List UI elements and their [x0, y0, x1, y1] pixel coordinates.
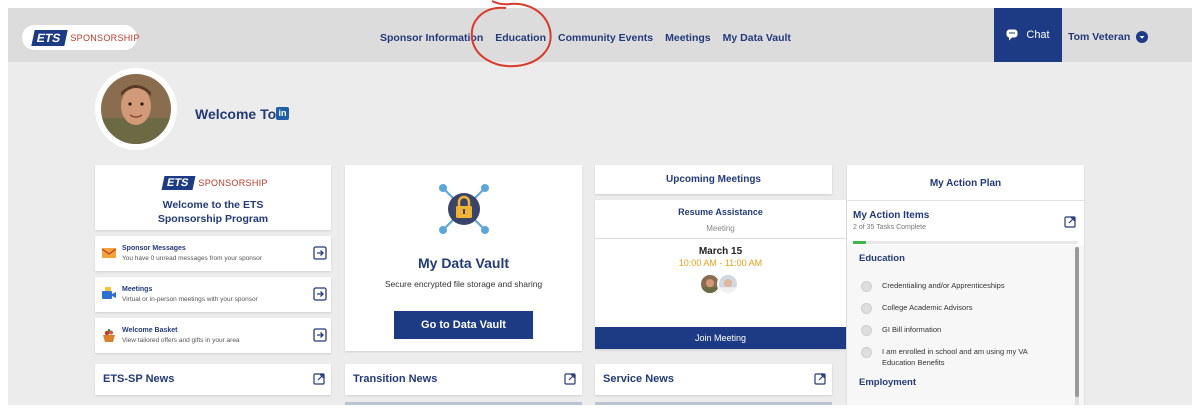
- message-card-title: Meetings: [122, 286, 153, 293]
- scrollbar[interactable]: [1075, 247, 1079, 405]
- profile-avatar: [95, 68, 177, 150]
- join-meeting-button[interactable]: Join Meeting: [595, 327, 846, 349]
- welcome-card-title: Welcome to the ETS Sponsorship Program: [157, 199, 269, 225]
- nav-meetings[interactable]: Meetings: [665, 32, 711, 44]
- nav-my-data-vault[interactable]: My Data Vault: [723, 32, 791, 44]
- welcome-heading: Welcome Tom: [195, 106, 289, 122]
- tasks-progress-bar: [853, 241, 1078, 244]
- message-card-subtitle: Virtual or in-person meetings with your …: [122, 296, 258, 303]
- logo-ets-mark: ETS: [31, 29, 69, 46]
- news-title: Transition News: [353, 373, 438, 385]
- user-menu[interactable]: Tom Veteran: [1068, 31, 1149, 43]
- nav-community-events[interactable]: Community Events: [558, 32, 653, 44]
- task-checkbox[interactable]: [861, 347, 872, 358]
- divider: [847, 200, 1084, 201]
- chat-bubble-icon: [1006, 29, 1018, 41]
- news-title: ETS-SP News: [103, 373, 175, 385]
- meetings-card[interactable]: Meetings Virtual or in-person meetings w…: [95, 277, 331, 312]
- message-card-subtitle: You have 0 unread messages from your spo…: [122, 255, 262, 262]
- meeting-title: Resume Assistance: [678, 207, 763, 217]
- data-vault-description: Secure encrypted file storage and sharin…: [384, 279, 543, 289]
- news-title: Service News: [603, 373, 674, 385]
- task-checkbox[interactable]: [861, 325, 872, 336]
- go-to-data-vault-button[interactable]: Go to Data Vault: [394, 311, 533, 339]
- sponsor-messages-card[interactable]: Sponsor Messages You have 0 unread messa…: [95, 236, 331, 271]
- open-arrow-icon[interactable]: [313, 287, 327, 301]
- page-margin-bottom: [0, 405, 1200, 417]
- data-vault-title: My Data Vault: [417, 255, 510, 271]
- welcome-card: ETS SPONSORSHIP Welcome to the ETS Spons…: [95, 165, 331, 230]
- logo-ets-mark: ETS: [161, 176, 196, 190]
- nav-sponsor-information[interactable]: Sponsor Information: [380, 32, 483, 44]
- task-item[interactable]: Credentialing and/or Apprenticeships: [861, 280, 1042, 292]
- meeting-participants: [699, 273, 739, 295]
- task-label: College Academic Advisors: [882, 303, 973, 312]
- page-margin-right: [1192, 0, 1200, 417]
- external-link-icon[interactable]: [564, 373, 576, 385]
- task-item[interactable]: GI Bill information: [861, 324, 1042, 336]
- nav-education[interactable]: Education: [495, 32, 546, 44]
- chat-label: Chat: [1026, 29, 1050, 41]
- participant-avatar: [717, 273, 739, 295]
- action-items-list: Education Credentialing and/or Apprentic…: [847, 245, 1084, 405]
- task-label: I am enrolled in school and am using my …: [882, 347, 1028, 367]
- meeting-time: 10:00 AM - 11:00 AM: [678, 258, 763, 268]
- message-card-subtitle: View tailored offers and gifts in your a…: [122, 337, 240, 344]
- meeting-date: March 15: [698, 246, 743, 257]
- meeting-card: Resume Assistance Meeting March 15 10:00…: [595, 200, 846, 349]
- external-link-icon[interactable]: [1064, 216, 1076, 228]
- message-card-title: Welcome Basket: [122, 327, 178, 334]
- padlock-network-icon: [439, 184, 489, 234]
- user-name: Tom Veteran: [1068, 31, 1131, 43]
- upcoming-meetings-header: Upcoming Meetings: [595, 165, 832, 194]
- task-checkbox[interactable]: [861, 303, 872, 314]
- tasks-progress-text: 2 of 35 Tasks Complete: [853, 224, 927, 231]
- task-label: Credentialing and/or Apprenticeships: [882, 281, 1005, 290]
- page-margin-left: [0, 0, 8, 417]
- main-nav: Sponsor Information Education Community …: [380, 32, 791, 44]
- task-item[interactable]: College Academic Advisors: [861, 302, 1042, 314]
- tasks-progress-fill: [853, 241, 866, 244]
- task-label: GI Bill information: [882, 325, 942, 334]
- welcome-card-logo: ETS SPONSORSHIP: [161, 176, 268, 190]
- meeting-type: Meeting: [706, 224, 735, 233]
- upcoming-meetings-title: Upcoming Meetings: [665, 174, 761, 185]
- transition-news-card: Transition News: [345, 364, 582, 395]
- page-margin-top: [0, 0, 1200, 8]
- open-arrow-icon[interactable]: [313, 246, 327, 260]
- welcome-basket-card[interactable]: Welcome Basket View tailored offers and …: [95, 318, 331, 353]
- logo-sponsorship-text: SPONSORSHIP: [198, 178, 268, 188]
- data-vault-card: My Data Vault Secure encrypted file stor…: [345, 165, 582, 351]
- chat-button[interactable]: Chat: [994, 8, 1062, 62]
- category-education: Education: [859, 253, 905, 264]
- profile-photo: [101, 74, 171, 144]
- logo-sponsorship-text: SPONSORSHIP: [70, 32, 140, 43]
- divider: [595, 238, 846, 239]
- action-items-title: My Action Items: [853, 210, 930, 221]
- action-plan-card: My Action Plan My Action Items 2 of 35 T…: [847, 165, 1084, 405]
- video-camera-icon: [102, 287, 116, 299]
- message-card-title: Sponsor Messages: [122, 245, 186, 252]
- action-plan-title: My Action Plan: [929, 178, 1002, 189]
- external-link-icon[interactable]: [814, 373, 826, 385]
- external-link-icon[interactable]: [313, 373, 325, 385]
- task-checkbox[interactable]: [861, 281, 872, 292]
- open-arrow-icon[interactable]: [313, 328, 327, 342]
- gift-basket-icon: [103, 329, 115, 342]
- service-news-card: Service News: [595, 364, 832, 395]
- envelope-icon: [101, 248, 117, 258]
- category-employment: Employment: [859, 377, 917, 388]
- scrollbar-thumb[interactable]: [1075, 247, 1079, 397]
- ets-sponsorship-logo[interactable]: ETS SPONSORSHIP: [22, 25, 140, 50]
- task-item[interactable]: I am enrolled in school and am using my …: [861, 346, 1042, 368]
- ets-sp-news-card: ETS-SP News: [95, 364, 331, 395]
- linkedin-icon[interactable]: in: [276, 107, 289, 120]
- chevron-down-icon: [1136, 31, 1149, 43]
